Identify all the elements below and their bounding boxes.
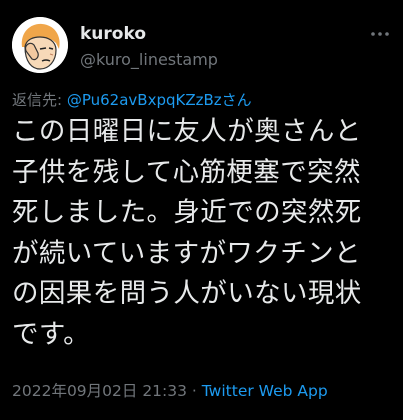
reply-mention-link[interactable]: @Pu62avBxpqKZzBzさん (67, 91, 252, 109)
tweet-text-line: 子供を残して心筋梗塞で突然 (12, 156, 361, 188)
tweet-metadata: 2022年09月02日 21:33 · Twitter Web App (12, 381, 328, 401)
tweet-text-line: です。 (12, 318, 91, 350)
tweet-text-line: の因果を問う人がいない現状 (12, 278, 362, 309)
tweet-text: この日曜日に友人が奥さんと 子供を残して心筋梗塞で突然 死しました。身近での突然… (12, 112, 398, 355)
avatar[interactable] (12, 17, 68, 73)
reply-to-label: 返信先: (12, 91, 67, 109)
more-options-icon[interactable] (368, 22, 392, 46)
tweet-source-link[interactable]: Twitter Web App (202, 382, 328, 400)
meta-separator: · (187, 382, 202, 400)
user-handle[interactable]: @kuro_linestamp (80, 50, 218, 70)
reply-to-line: 返信先: @Pu62avBxpqKZzBzさん (12, 90, 252, 110)
tweet-text-line: 死しました。身近での突然死 (12, 197, 362, 228)
tweet-text-line: が続いていますがワクチンと (12, 237, 361, 269)
cartoon-face-avatar-icon (12, 17, 68, 73)
tweet-container: kuroko @kuro_linestamp 返信先: @Pu62avBxpqK… (0, 0, 403, 420)
tweet-timestamp[interactable]: 2022年09月02日 21:33 (12, 382, 187, 400)
tweet-text-line: この日曜日に友人が奥さんと (12, 116, 362, 147)
display-name[interactable]: kuroko (80, 24, 146, 44)
